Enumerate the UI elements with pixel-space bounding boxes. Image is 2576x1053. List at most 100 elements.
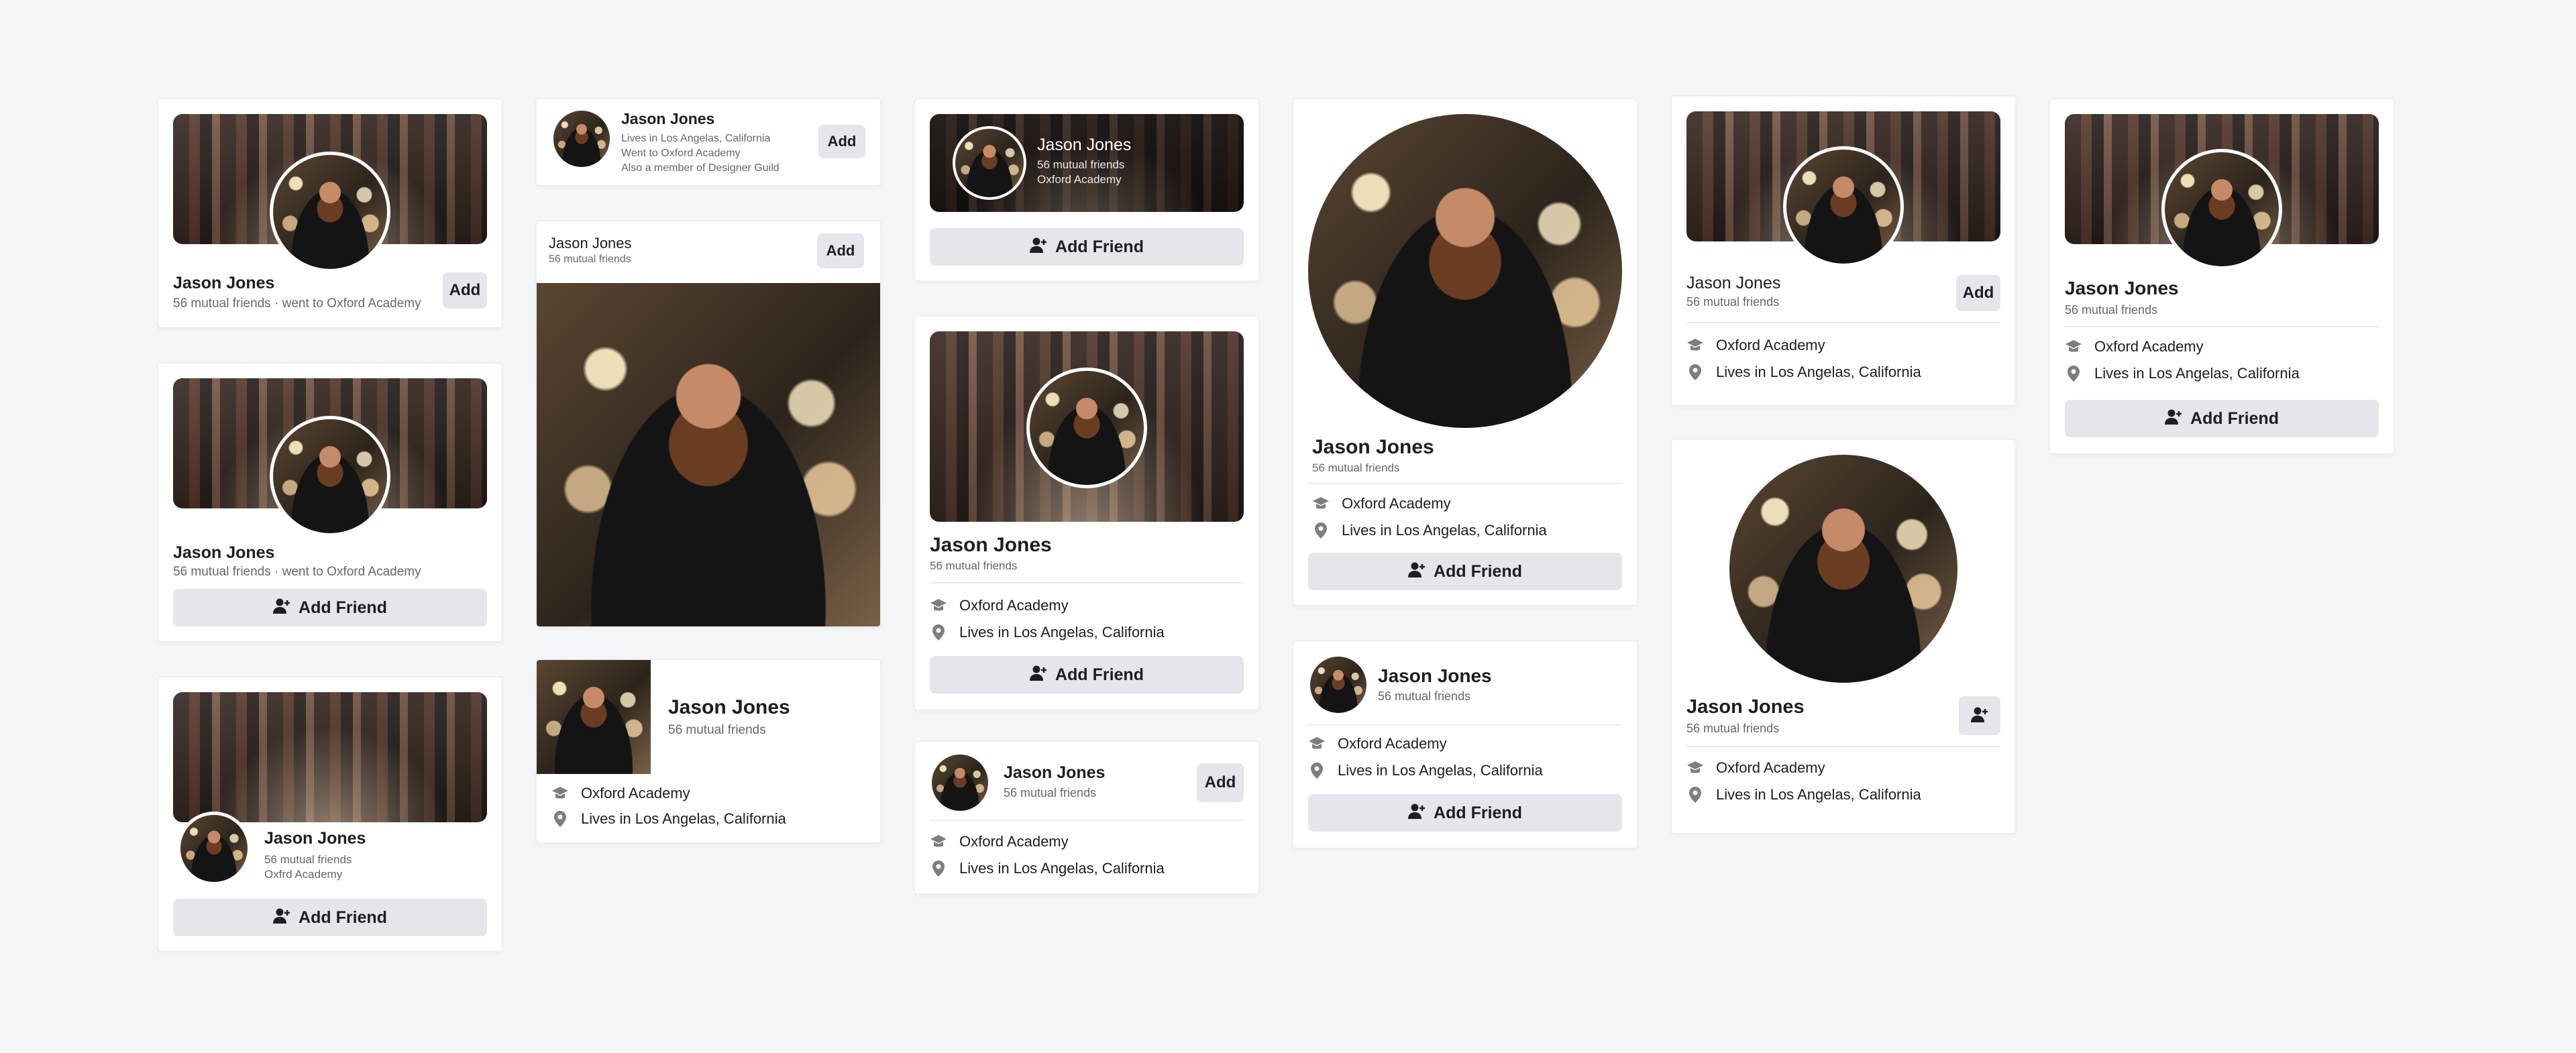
- friend-card-large-photo: Jason Jones 56 mutual friends Add: [537, 221, 880, 626]
- avatar[interactable]: [270, 416, 390, 537]
- add-friend-icon-button[interactable]: [1959, 696, 2000, 735]
- add-button-label: Add: [827, 133, 857, 150]
- profile-name[interactable]: Jason Jones: [1686, 274, 1780, 293]
- school-row: Oxford Academy: [1686, 337, 1825, 354]
- avatar[interactable]: [1026, 368, 1147, 488]
- location-text: Lives in Los Angelas, California: [581, 810, 786, 827]
- school-text: Oxford Academy: [959, 597, 1069, 614]
- profile-name[interactable]: Jason Jones: [173, 543, 274, 563]
- school-row: Oxford Academy: [1308, 735, 1447, 753]
- mutual-friends-text: 56 mutual friends: [1312, 461, 1400, 474]
- location-text: Lives in Los Angelas, California: [2094, 365, 2300, 382]
- friend-card-small-avatar-full-button: Jason Jones 56 mutual friends Oxford Aca…: [1293, 641, 1637, 848]
- user-plus-icon: [1030, 237, 1047, 258]
- user-plus-icon: [1030, 665, 1047, 685]
- school-text: Oxfrd Academy: [264, 868, 343, 881]
- friend-card-big-circle: Jason Jones 56 mutual friends Oxford Aca…: [1293, 99, 1637, 605]
- school-row: Oxford Academy: [1686, 759, 1825, 777]
- location-text: Lives in Los Angelas, California: [1716, 786, 1921, 803]
- location-text: Lives in Los Angelas, California: [1338, 762, 1543, 779]
- graduation-cap-icon: [930, 833, 947, 850]
- avatar[interactable]: [177, 812, 251, 885]
- location-text: Lives in Los Angelas, California: [1342, 522, 1547, 539]
- graduation-cap-icon: [930, 597, 947, 614]
- location-row: Lives in Los Angelas, California: [1686, 786, 1921, 803]
- user-plus-icon: [1408, 561, 1426, 582]
- user-plus-icon: [273, 598, 290, 618]
- profile-name[interactable]: Jason Jones: [1686, 696, 1805, 718]
- profile-name[interactable]: Jason Jones: [1312, 436, 1434, 459]
- add-friend-button[interactable]: Add Friend: [1308, 553, 1622, 590]
- school-text: Oxford Academy: [1716, 759, 1825, 776]
- location-row: Lives in Los Angelas, California: [1312, 522, 1547, 539]
- add-friend-button[interactable]: Add Friend: [173, 899, 487, 936]
- profile-name[interactable]: Jason Jones: [1378, 665, 1492, 687]
- divider: [2065, 326, 2379, 327]
- profile-name[interactable]: Jason Jones: [173, 274, 274, 293]
- mutual-friends-text: 56 mutual friends: [1686, 722, 1780, 735]
- profile-name[interactable]: Jason Jones: [549, 235, 632, 252]
- add-button[interactable]: Add: [1197, 763, 1244, 802]
- friend-card-cover-full-button: Jason Jones 56 mutual friends · went to …: [158, 364, 502, 641]
- add-friend-label: Add Friend: [299, 907, 387, 927]
- friend-card-cover-details-button: Jason Jones 56 mutual friends Oxford Aca…: [2050, 99, 2394, 453]
- add-friend-label: Add Friend: [1434, 561, 1522, 581]
- profile-name[interactable]: Jason Jones: [621, 110, 714, 128]
- add-button[interactable]: Add: [1956, 275, 2000, 311]
- add-button[interactable]: Add: [443, 272, 487, 309]
- avatar[interactable]: [930, 753, 990, 813]
- add-button[interactable]: Add: [818, 125, 865, 158]
- avatar[interactable]: [1308, 114, 1622, 428]
- location-row: Lives in Los Angelas, California: [930, 860, 1165, 877]
- school-row: Oxford Academy: [1312, 495, 1451, 512]
- profile-photo[interactable]: [537, 283, 880, 626]
- add-friend-button[interactable]: Add Friend: [2065, 400, 2379, 437]
- divider: [930, 820, 1244, 821]
- friend-card-cover-details: Jason Jones 56 mutual friends Oxford Aca…: [915, 317, 1258, 710]
- add-friend-label: Add Friend: [2190, 408, 2279, 428]
- avatar[interactable]: [1783, 146, 1904, 267]
- add-friend-button[interactable]: Add Friend: [1308, 794, 1622, 832]
- add-friend-label: Add Friend: [299, 598, 387, 617]
- add-button[interactable]: Add: [817, 233, 864, 268]
- location-pin-icon: [1686, 364, 1704, 381]
- add-friend-button[interactable]: Add Friend: [930, 656, 1244, 694]
- school-row: Oxford Academy: [2065, 338, 2204, 355]
- avatar[interactable]: [953, 126, 1026, 200]
- profile-thumbnail[interactable]: [537, 660, 651, 774]
- friend-card-cover-inline-add: Jason Jones 56 mutual friends · went to …: [158, 99, 502, 327]
- avatar[interactable]: [1308, 655, 1368, 715]
- add-button-label: Add: [1962, 284, 1994, 302]
- avatar[interactable]: [1729, 455, 1957, 683]
- location-row: Lives in Los Angelas, California: [1686, 364, 1921, 381]
- friend-card-circle-icon-add: Jason Jones 56 mutual friends Oxford Aca…: [1672, 440, 2015, 833]
- friend-card-small-avatar-add: Jason Jones 56 mutual friends Add Oxford…: [915, 742, 1258, 893]
- avatar[interactable]: [551, 109, 612, 169]
- graduation-cap-icon: [551, 785, 569, 802]
- location-row: Lives in Los Angelas, California: [930, 624, 1165, 641]
- location-pin-icon: [1686, 786, 1704, 803]
- add-button-label: Add: [1204, 773, 1236, 791]
- cover-photo: [173, 692, 487, 822]
- profile-name[interactable]: Jason Jones: [264, 829, 366, 848]
- profile-name[interactable]: Jason Jones: [1037, 135, 1131, 155]
- school-text: Oxford Academy: [2094, 338, 2204, 355]
- location-text: Lives in Los Angelas, California: [1716, 364, 1921, 380]
- divider: [1308, 483, 1622, 484]
- location-text: Lives in Los Angelas, California: [959, 624, 1165, 641]
- avatar[interactable]: [2161, 149, 2282, 270]
- friend-card-cover-add-details: Jason Jones 56 mutual friends Add Oxford…: [1672, 97, 2015, 405]
- location-pin-icon: [1312, 522, 1330, 539]
- add-friend-label: Add Friend: [1055, 237, 1144, 256]
- friend-card-compact-details: Jason Jones Lives in Los Angelas, Califo…: [537, 99, 880, 185]
- profile-name[interactable]: Jason Jones: [930, 534, 1052, 557]
- friend-card-overlay-cover: Jason Jones 56 mutual friends Oxford Aca…: [915, 99, 1258, 280]
- avatar[interactable]: [270, 152, 390, 272]
- add-friend-button[interactable]: Add Friend: [930, 228, 1244, 266]
- profile-name[interactable]: Jason Jones: [668, 696, 790, 719]
- school-text: Oxford Academy: [1338, 735, 1447, 752]
- profile-name[interactable]: Jason Jones: [2065, 278, 2179, 299]
- profile-name[interactable]: Jason Jones: [1004, 763, 1105, 783]
- mutual-friends-text: 56 mutual friends: [2065, 303, 2158, 317]
- add-friend-button[interactable]: Add Friend: [173, 589, 487, 626]
